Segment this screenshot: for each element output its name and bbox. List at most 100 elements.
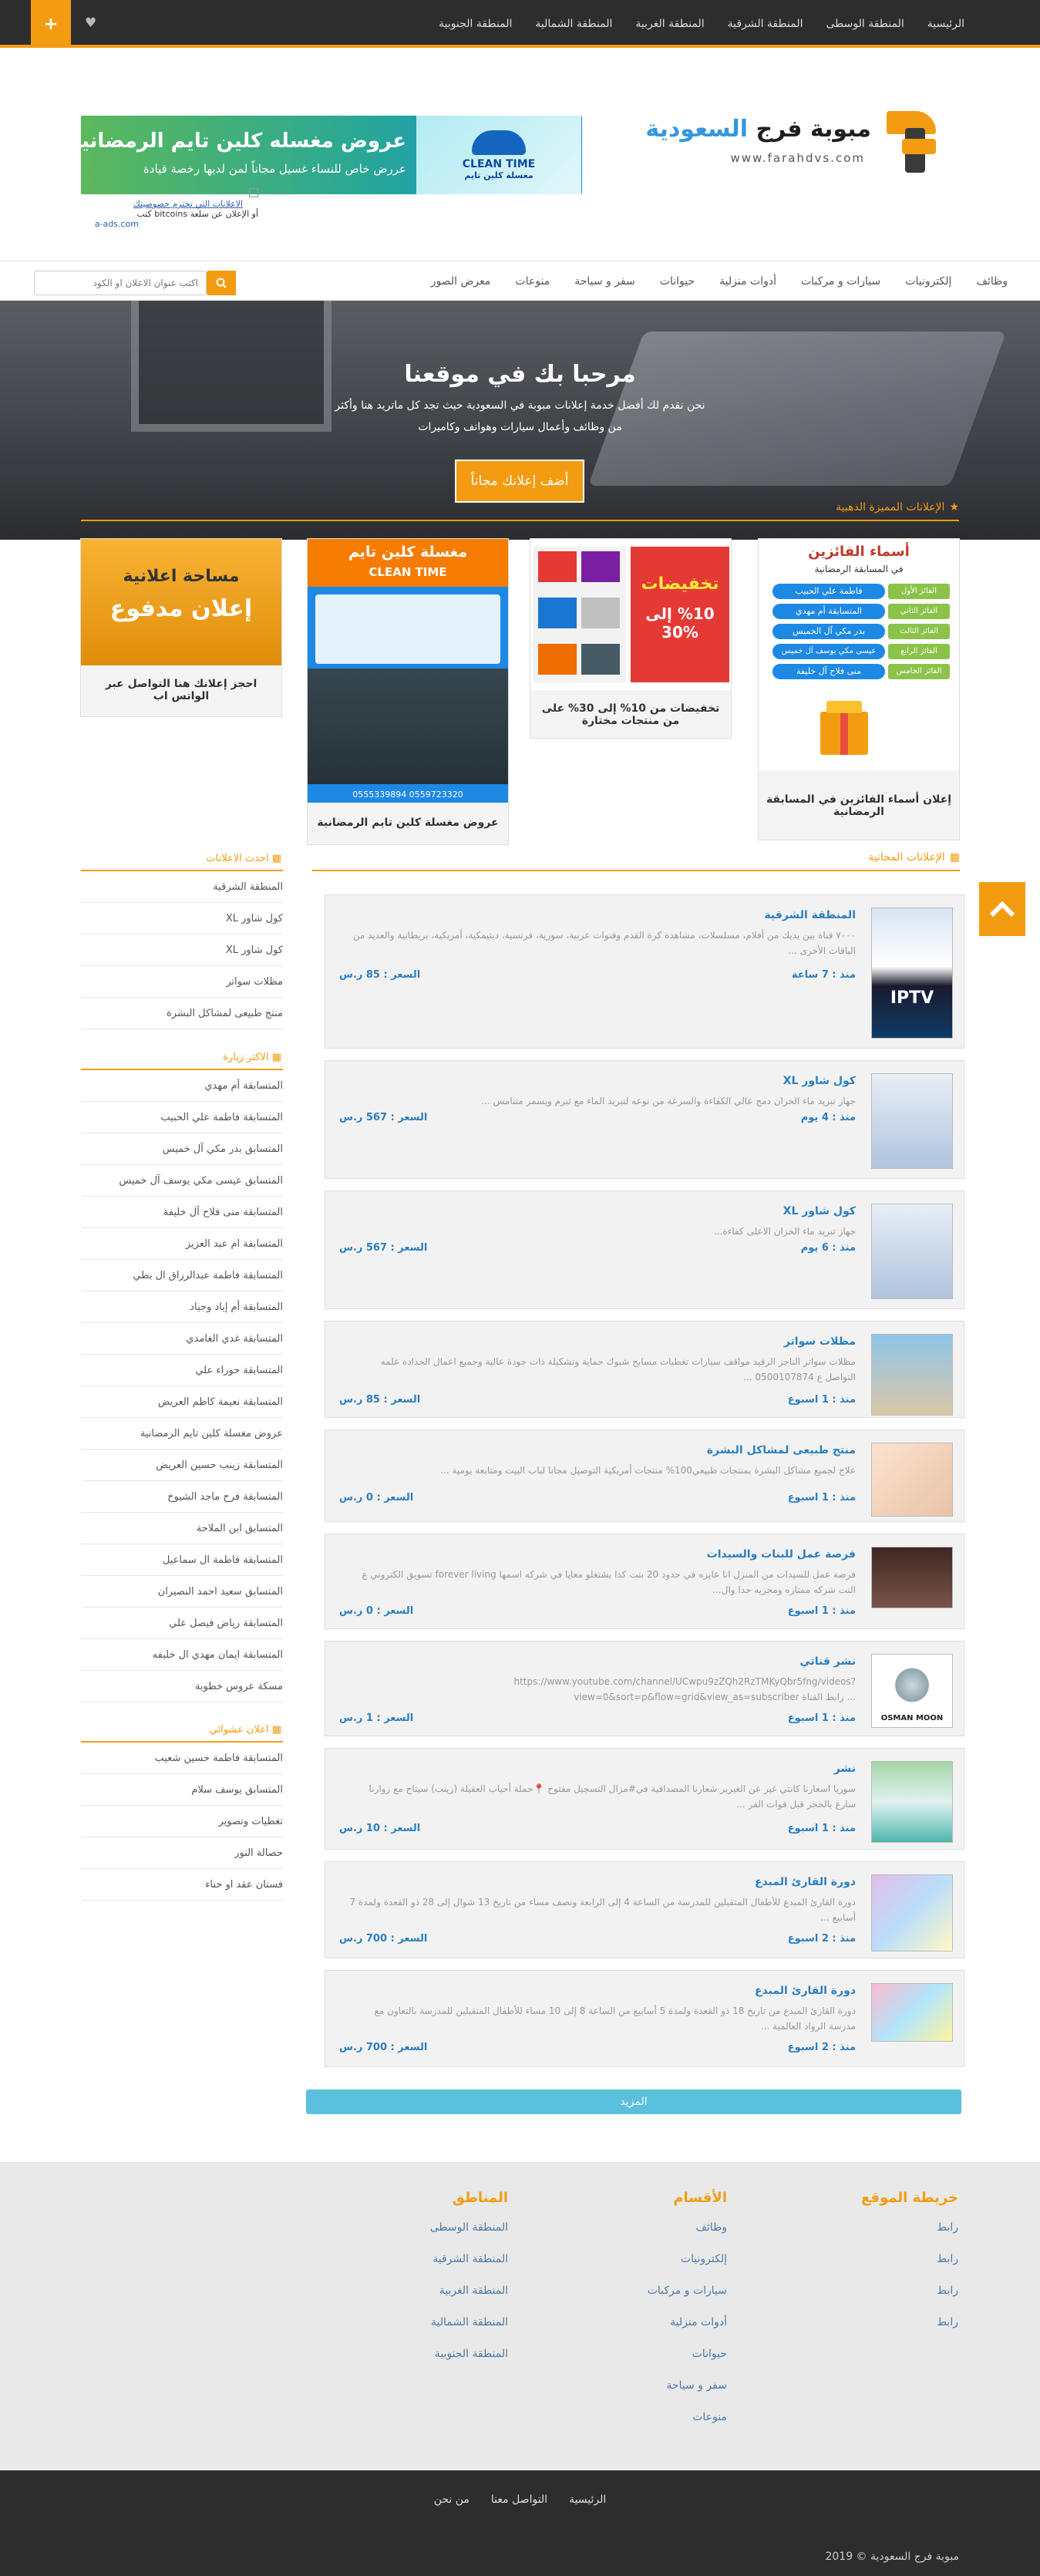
featured-card-winners[interactable]: أسماء الفائزين في المسابقة الرمضانية الف… [758,538,960,840]
visited-item[interactable]: المتسابقة فاطمة ال سماعيل [81,1544,283,1576]
footer-region-link[interactable]: المنطقة الوسطى [354,2221,508,2253]
visited-item[interactable]: المتسابقة زينب حسين العريض [81,1450,283,1481]
footer-category-link[interactable]: سفر و سياحة [573,2379,727,2411]
visited-item[interactable]: المتسابقة منى فلاح آل خليفة [81,1197,283,1228]
listing-title[interactable]: نشر [834,1763,856,1775]
listing-item[interactable]: كول شاور XL جهاز تبريد ماء الخزان دمج عا… [325,1060,964,1179]
visited-item[interactable]: المتسابقة رياض فيصل علي [81,1608,283,1639]
footer-region-link[interactable]: المنطقة الشرقية [354,2253,508,2285]
header-ad-banner[interactable]: CLEAN TIME مغسلة كلين تايم عروض مغسله كل… [81,116,582,194]
footer-category-link[interactable]: منوعات [573,2411,727,2443]
bottom-link-home[interactable]: الرئيسية [569,2494,606,2506]
random-item[interactable]: المتسابق يوسف سلام [81,1774,283,1806]
listing-title[interactable]: دورة القارئ المبدع [755,1985,856,1997]
cat-gallery[interactable]: معرض الصور [431,275,491,288]
add-ad-free-button[interactable]: أضف إعلانك مجاناً [455,460,584,503]
listing-item[interactable]: فرصة عمل للبنات والسيدات فرصة عمل للسيدا… [325,1534,964,1629]
visited-item[interactable]: المتسابقة غدي الغامدي [81,1323,283,1355]
footer-category-link[interactable]: إلكترونيات [573,2253,727,2285]
random-item[interactable]: حصالة النور [81,1837,283,1869]
random-item[interactable]: المتسابقة فاطمة حسين شعيب [81,1743,283,1774]
visited-item[interactable]: المتسابقة أم مهدي [81,1070,283,1102]
listing-item[interactable]: مظلات سواتر مظلات سواتر الناجز الرفيد مو… [325,1321,964,1418]
random-item[interactable]: تغطيات وتصوير [81,1806,283,1837]
listing-since: منذ : 6 يوم [801,1242,856,1254]
listing-item[interactable]: منتج طبيعى لمشاكل البشرة علاج لجميع مشاك… [325,1429,964,1522]
footer-sitemap-link[interactable]: رابط [850,2221,958,2253]
visited-item[interactable]: المتسابقة فرح ماجد الشيوخ [81,1481,283,1513]
listing-title[interactable]: منتج طبيعى لمشاكل البشرة [707,1444,856,1456]
search-button[interactable] [207,271,236,295]
footer-region-link[interactable]: المنطقة الغربية [354,2285,508,2316]
random-item[interactable]: فستان عقد او حناء [81,1869,283,1901]
cat-travel[interactable]: سفر و سياحة [574,275,635,288]
cat-animals[interactable]: حيوانات [660,275,695,288]
cat-jobs[interactable]: وظائف [976,275,1008,288]
visited-item[interactable]: المتسابقة أم إياد وجياد [81,1291,283,1323]
cat-misc[interactable]: منوعات [515,275,550,288]
footer-sitemap-link[interactable]: رابط [850,2316,958,2348]
listing-item[interactable]: نشر سوريا اسعارنا كانتي غير عن الغيرير ش… [325,1748,964,1850]
visited-item[interactable]: المتسابقة نعيمة كاظم العريض [81,1386,283,1418]
footer-category-link[interactable]: سيارات و مركبات [573,2285,727,2316]
visited-item[interactable]: المتسابقة فاطمة عبدالرزاق ال بطي [81,1260,283,1291]
search-input[interactable] [34,271,207,295]
featured-card-discounts[interactable]: تخفيضات %10 إلى %30 تخفيضات من 10% إلى 3… [530,538,732,739]
latest-item[interactable]: كول شاور XL [81,934,283,966]
visited-item[interactable]: المتسابق عيسى مكي يوسف آل خميس [81,1165,283,1197]
scroll-to-top-button[interactable] [979,882,1025,936]
listing-title[interactable]: المنطقة الشرقية [764,909,856,921]
bottom-link-contact[interactable]: التواصل معنا [491,2494,547,2506]
visited-item[interactable]: المتسابقة فاطمة علي الحبيب [81,1102,283,1133]
featured-card-adspace[interactable]: مساحة اعلانية إعلان مدفوع احجز إعلانك هن… [80,538,282,717]
topnav-eastern[interactable]: المنطقة الشرقية [728,18,803,30]
visited-item[interactable]: المتسابق سعيد احمد النصيران [81,1576,283,1608]
cat-electronics[interactable]: إلكترونيات [905,275,951,288]
listing-item[interactable]: دورة القارئ المبدع دورة القارئ المبدع من… [325,1970,964,2067]
footer-category-link[interactable]: حيوانات [573,2348,727,2379]
footer-region-link[interactable]: المنطقة الجنوبية [354,2348,508,2379]
listing-item[interactable]: IPTV المنطقة الشرقية ٧٠٠٠ قناة بين يديك … [325,894,964,1049]
latest-item[interactable]: منتج طبيعى لمشاكل البشرة [81,998,283,1029]
bottom-link-about[interactable]: من نحن [434,2494,470,2506]
listing-title[interactable]: كول شاور XL [783,1075,856,1087]
visited-item[interactable]: المتسابقة ام عبد العزيز [81,1228,283,1260]
listing-title[interactable]: دورة القارئ المبدع [755,1876,856,1888]
winners-image: أسماء الفائزين في المسابقة الرمضانية الف… [759,539,959,770]
footer-category-link[interactable]: أدوات منزلية [573,2316,727,2348]
cat-home[interactable]: أدوات منزلية [719,275,776,288]
visited-item[interactable]: مسكة عروس خطوبة [81,1671,283,1702]
visited-item[interactable]: المتسابقة حوراء علي [81,1355,283,1386]
footer-region-link[interactable]: المنطقة الشمالية [354,2316,508,2348]
heart-icon[interactable]: ♥ [85,15,96,31]
topnav-central[interactable]: المنطقة الوسطى [826,18,904,30]
footer-category-link[interactable]: وظائف [573,2221,727,2253]
listing-title[interactable]: فرصة عمل للبنات والسيدات [707,1548,856,1561]
topnav-western[interactable]: المنطقة الغربية [635,18,704,30]
visited-item[interactable]: عروض مغسلة كلين تايم الرمضانية [81,1418,283,1450]
add-ad-plus-button[interactable]: + [31,0,71,48]
listing-item[interactable]: OSMAN MOON نشر قناتي https://www.youtube… [325,1641,964,1736]
visited-item[interactable]: المتسابق بدر مكي آل خميس [81,1133,283,1165]
latest-item[interactable]: المنطقة الشرقية [81,871,283,903]
visited-item[interactable]: المتسابق ابن الملاحة [81,1513,283,1544]
topnav-southern[interactable]: المنطقة الجنوبية [439,18,512,30]
latest-item[interactable]: مظلات سواتر [81,966,283,998]
footer-sitemap-link[interactable]: رابط [850,2253,958,2285]
latest-item[interactable]: كول شاور XL [81,903,283,934]
site-logo[interactable]: مبوبة فرج السعودية www.farahdvs.com [645,111,936,173]
listing-title[interactable]: مظلات سواتر [784,1335,856,1348]
visited-item[interactable]: المتسابقة ايمان مهدي ال خليفه [81,1639,283,1671]
listing-item[interactable]: كول شاور XL جهاز تبريد ماء الخزان الاعلى… [325,1190,964,1309]
ad-source-link[interactable]: a-ads.com [81,219,139,229]
listing-title[interactable]: كول شاور XL [783,1205,856,1217]
topnav-home[interactable]: الرئيسية [927,18,964,30]
ad-privacy-link[interactable]: الاعلانات التي تحترم خصوصيتك [81,199,243,209]
load-more-button[interactable]: المزيد [306,2089,961,2114]
listing-title[interactable]: نشر قناتي [799,1655,856,1668]
featured-card-cleantime[interactable]: مغسلة كلين تايم CLEAN TIME 0559723320 05… [307,538,509,845]
listing-item[interactable]: دورة القارئ المبدع دورة القارئ المبدع لل… [325,1861,964,1958]
topnav-northern[interactable]: المنطقة الشمالية [535,18,612,30]
cat-cars[interactable]: سيارات و مركبات [801,275,880,288]
footer-sitemap-link[interactable]: رابط [850,2285,958,2316]
